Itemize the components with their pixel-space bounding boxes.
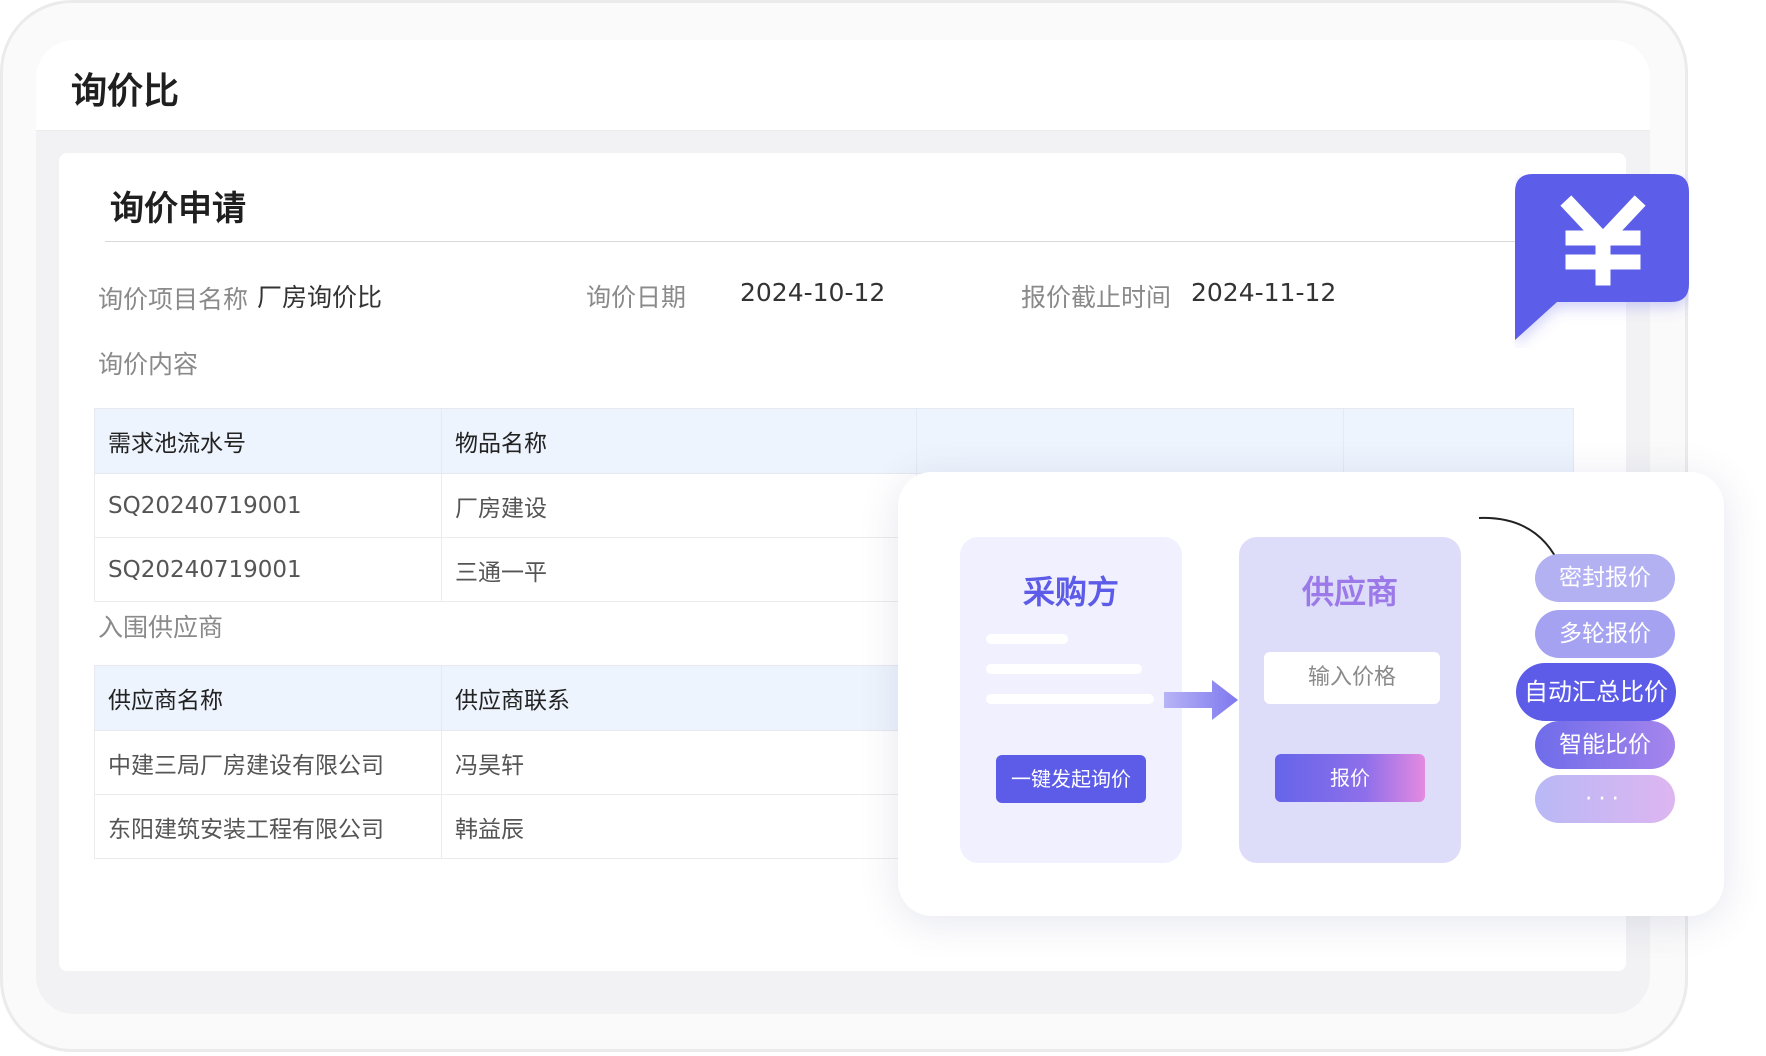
project-name-value: 厂房询价比 bbox=[257, 283, 383, 312]
deadline-value: 2024-11-12 bbox=[1191, 278, 1337, 307]
column-header-supplier-contact: 供应商联系 bbox=[441, 665, 917, 731]
quote-button[interactable]: 报价 bbox=[1275, 754, 1425, 802]
yen-icon bbox=[1515, 174, 1689, 340]
column-header-empty bbox=[1343, 408, 1574, 474]
cell-supplier-contact: 韩益辰 bbox=[441, 794, 917, 859]
project-name-label: 询价项目名称 bbox=[98, 285, 249, 314]
inquiry-date-label: 询价日期 bbox=[586, 283, 687, 312]
table-header-row: 需求池流水号 物品名称 bbox=[94, 408, 1574, 474]
column-header-supplier-name: 供应商名称 bbox=[94, 665, 442, 731]
section-title: 询价申请 bbox=[110, 189, 246, 229]
cell-item-name: 厂房建设 bbox=[441, 473, 917, 538]
title-bar: 询价比 bbox=[36, 40, 1650, 131]
cell-supplier-contact: 冯昊轩 bbox=[441, 730, 917, 795]
cell-supplier-name: 中建三局厂房建设有限公司 bbox=[94, 730, 442, 795]
feature-multi-round-quote[interactable]: 多轮报价 bbox=[1535, 610, 1675, 658]
feature-smart-compare[interactable]: 智能比价 bbox=[1535, 721, 1675, 769]
suppliers-label: 入围供应商 bbox=[98, 613, 224, 642]
buyer-title: 采购方 bbox=[1022, 573, 1119, 611]
column-header-serial: 需求池流水号 bbox=[94, 408, 442, 474]
section-divider bbox=[105, 241, 1545, 242]
supplier-card: 供应商 输入价格 报价 bbox=[1239, 537, 1461, 863]
feature-sealed-quote[interactable]: 密封报价 bbox=[1535, 554, 1675, 602]
cell-item-name: 三通一平 bbox=[441, 537, 917, 602]
placeholder-line bbox=[986, 634, 1068, 644]
cell-supplier-name: 东阳建筑安装工程有限公司 bbox=[94, 794, 442, 859]
cell-serial: SQ20240719001 bbox=[94, 537, 442, 602]
price-input[interactable]: 输入价格 bbox=[1264, 652, 1440, 704]
launch-inquiry-button[interactable]: 一键发起询价 bbox=[996, 755, 1146, 803]
cell-serial: SQ20240719001 bbox=[94, 473, 442, 538]
quote-flow-panel: 采购方 一键发起询价 供应商 输入价格 报价 密封报价 多轮报价 自动汇总比价 … bbox=[898, 472, 1724, 916]
page-title: 询价比 bbox=[71, 71, 180, 112]
feature-more[interactable]: ··· bbox=[1535, 775, 1675, 823]
column-header-empty bbox=[916, 408, 1344, 474]
deadline-label: 报价截止时间 bbox=[1021, 283, 1172, 312]
placeholder-line bbox=[986, 664, 1142, 674]
content-label: 询价内容 bbox=[98, 350, 199, 379]
column-header-item-name: 物品名称 bbox=[441, 408, 917, 474]
supplier-title: 供应商 bbox=[1301, 573, 1398, 611]
buyer-card: 采购方 一键发起询价 bbox=[960, 537, 1182, 863]
feature-auto-summary-compare[interactable]: 自动汇总比价 bbox=[1516, 663, 1676, 721]
inquiry-date-value: 2024-10-12 bbox=[740, 278, 886, 307]
placeholder-line bbox=[986, 694, 1154, 704]
arrow-right-icon bbox=[1164, 680, 1238, 720]
